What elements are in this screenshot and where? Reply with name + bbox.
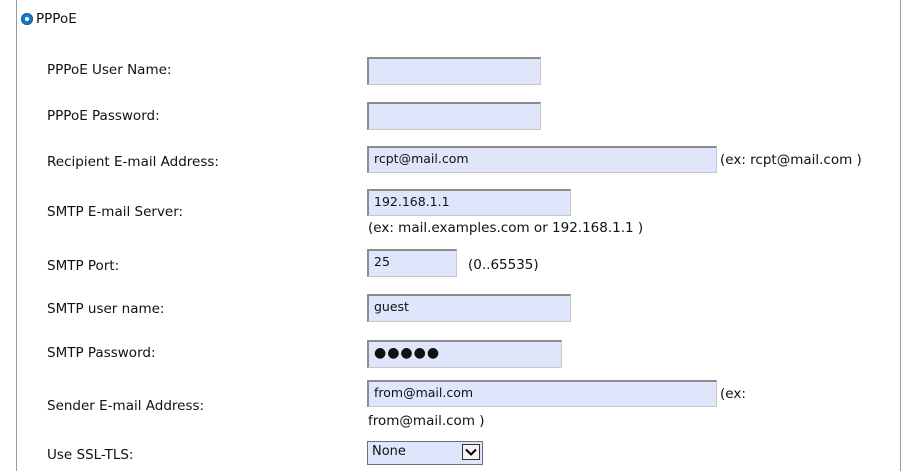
ssl-tls-selected-value: None bbox=[372, 444, 406, 459]
pppoe-settings-panel: PPPoE PPPoE User Name: PPPoE Password: R… bbox=[16, 0, 901, 471]
recipient-email-input[interactable]: rcpt@mail.com bbox=[367, 146, 717, 173]
ssl-tls-label: Use SSL-TLS: bbox=[47, 447, 134, 463]
smtp-port-input[interactable]: 25 bbox=[367, 249, 457, 277]
smtp-port-hint: (0..65535) bbox=[468, 257, 539, 273]
smtp-user-name-input[interactable]: guest bbox=[367, 294, 571, 322]
sender-email-hint-line1: (ex: bbox=[720, 386, 746, 402]
pppoe-user-name-label: PPPoE User Name: bbox=[47, 62, 172, 78]
smtp-server-input[interactable]: 192.168.1.1 bbox=[367, 189, 571, 216]
pppoe-password-input[interactable] bbox=[367, 102, 541, 130]
smtp-password-label: SMTP Password: bbox=[47, 345, 156, 361]
smtp-server-hint: (ex: mail.examples.com or 192.168.1.1 ) bbox=[368, 220, 644, 236]
pppoe-radio-button[interactable] bbox=[21, 13, 33, 25]
pppoe-password-label: PPPoE Password: bbox=[47, 108, 160, 124]
recipient-email-label: Recipient E-mail Address: bbox=[47, 154, 219, 170]
ssl-tls-select[interactable]: None bbox=[367, 441, 483, 465]
sender-email-label: Sender E-mail Address: bbox=[47, 398, 205, 414]
pppoe-section-header: PPPoE bbox=[21, 11, 77, 27]
smtp-password-input[interactable]: ●●●●● bbox=[367, 340, 562, 368]
smtp-port-label: SMTP Port: bbox=[47, 258, 120, 274]
smtp-server-label: SMTP E-mail Server: bbox=[47, 204, 184, 220]
smtp-user-name-label: SMTP user name: bbox=[47, 301, 165, 317]
sender-email-hint-line2: from@mail.com ) bbox=[368, 413, 485, 429]
pppoe-section-label: PPPoE bbox=[36, 11, 77, 27]
pppoe-user-name-input[interactable] bbox=[367, 57, 541, 85]
sender-email-input[interactable]: from@mail.com bbox=[367, 380, 717, 407]
chevron-down-icon[interactable] bbox=[462, 444, 480, 460]
recipient-email-hint: (ex: rcpt@mail.com ) bbox=[720, 152, 862, 168]
